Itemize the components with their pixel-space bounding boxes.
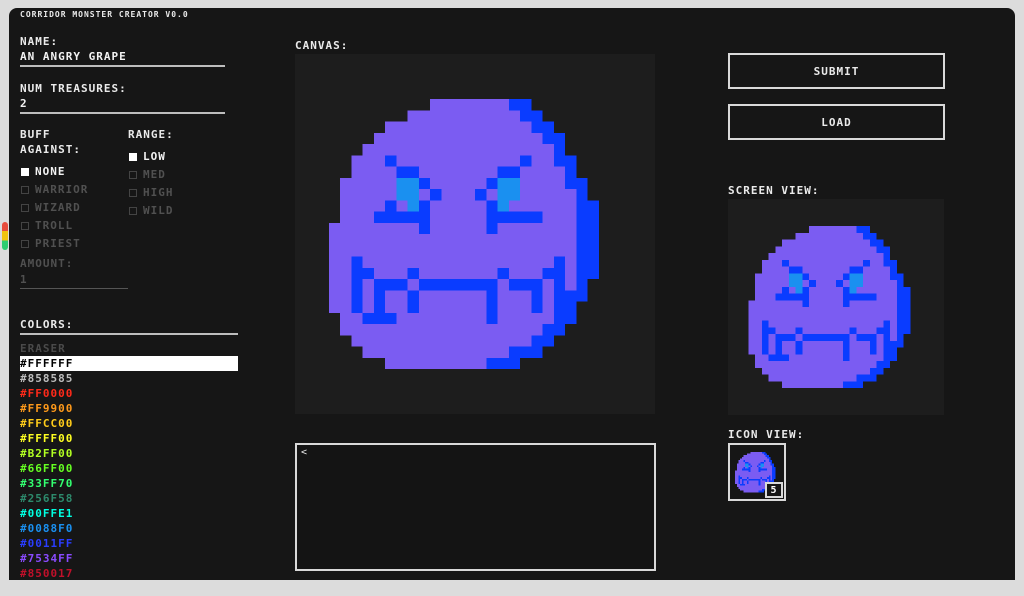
icon-view-preview: 5 <box>728 443 786 501</box>
range-option-high[interactable]: HIGH <box>129 186 174 199</box>
color-option[interactable]: #00FFE1 <box>20 506 238 521</box>
checkbox-icon <box>129 152 137 161</box>
checkbox-icon <box>21 185 29 194</box>
color-option[interactable]: #FF0000 <box>20 386 238 401</box>
color-option[interactable]: #66FF00 <box>20 461 238 476</box>
range-option-label: HIGH <box>143 186 174 199</box>
amount-underline <box>20 288 128 289</box>
buff-option-label: PRIEST <box>35 237 81 250</box>
checkbox-icon <box>129 170 137 179</box>
icon-view-label: ICON VIEW: <box>728 428 805 441</box>
checkbox-icon <box>129 188 137 197</box>
range-label: RANGE: <box>128 128 174 141</box>
color-option[interactable]: #FFFF00 <box>20 431 238 446</box>
color-option[interactable]: #B2FF00 <box>20 446 238 461</box>
buff-option-label: NONE <box>35 165 66 178</box>
buff-option-label: TROLL <box>35 219 74 232</box>
amount-label: AMOUNT: <box>20 257 74 270</box>
color-option[interactable]: #256F58 <box>20 491 238 506</box>
range-option-label: WILD <box>143 204 174 217</box>
window-bottom-strip <box>0 580 1024 596</box>
colors-underline <box>20 333 238 335</box>
treasure-count-badge: 5 <box>765 482 783 498</box>
monster-sprite <box>328 99 599 369</box>
treasures-label: NUM TREASURES: <box>20 82 127 95</box>
color-option[interactable]: #33FF70 <box>20 476 238 491</box>
buff-option-wizard[interactable]: WIZARD <box>21 201 81 214</box>
drawing-canvas[interactable] <box>295 54 655 414</box>
app-title: CORRIDOR MONSTER CREATOR V0.0 <box>20 10 189 19</box>
checkbox-icon <box>21 203 29 212</box>
range-option-wild[interactable]: WILD <box>129 204 174 217</box>
amount-input[interactable]: 1 <box>20 273 28 286</box>
screen-view-label: SCREEN VIEW: <box>728 184 820 197</box>
buff-option-none[interactable]: NONE <box>21 165 66 178</box>
color-option[interactable]: #850017 <box>20 566 238 581</box>
range-option-label: MED <box>143 168 166 181</box>
textbox-value: < <box>301 447 308 458</box>
canvas-label: CANVAS: <box>295 39 349 52</box>
color-list: ERASER #FFFFFF #858585 #FF0000 #FF9900 #FFCC0… <box>20 341 238 581</box>
load-button[interactable]: LOAD <box>728 104 945 140</box>
color-option[interactable]: #FF9900 <box>20 401 238 416</box>
buff-option-label: WARRIOR <box>35 183 89 196</box>
treasures-underline <box>20 112 225 114</box>
color-option[interactable]: #858585 <box>20 371 238 386</box>
range-option-label: LOW <box>143 150 166 163</box>
color-option[interactable]: ERASER <box>20 341 238 356</box>
color-option[interactable]: #0088F0 <box>20 521 238 536</box>
range-option-low[interactable]: LOW <box>129 150 166 163</box>
buff-option-label: WIZARD <box>35 201 81 214</box>
colors-label: COLORS: <box>20 318 74 331</box>
buff-label-line2: AGAINST: <box>20 143 81 156</box>
buff-option-priest[interactable]: PRIEST <box>21 237 81 250</box>
name-input[interactable]: AN ANGRY GRAPE <box>20 50 127 63</box>
monster-sprite-preview <box>748 226 911 388</box>
name-underline <box>20 65 225 67</box>
screen-view-preview <box>728 199 944 415</box>
app-window: CORRIDOR MONSTER CREATOR V0.0 NAME: AN A… <box>9 8 1015 588</box>
treasures-input[interactable]: 2 <box>20 97 28 110</box>
checkbox-icon <box>21 221 29 230</box>
buff-label-line1: BUFF <box>20 128 51 141</box>
buff-option-troll[interactable]: TROLL <box>21 219 73 232</box>
name-label: NAME: <box>20 35 59 48</box>
submit-button[interactable]: SUBMIT <box>728 53 945 89</box>
side-handle[interactable] <box>2 222 8 250</box>
checkbox-icon <box>21 167 29 176</box>
buff-option-warrior[interactable]: WARRIOR <box>21 183 88 196</box>
color-option[interactable]: #FFFFFF <box>20 356 238 371</box>
color-option[interactable]: #7534FF <box>20 551 238 566</box>
color-option[interactable]: #0011FF <box>20 536 238 551</box>
range-option-med[interactable]: MED <box>129 168 166 181</box>
output-textbox[interactable]: < <box>295 443 656 571</box>
checkbox-icon <box>129 206 137 215</box>
checkbox-icon <box>21 239 29 248</box>
color-option[interactable]: #FFCC00 <box>20 416 238 431</box>
